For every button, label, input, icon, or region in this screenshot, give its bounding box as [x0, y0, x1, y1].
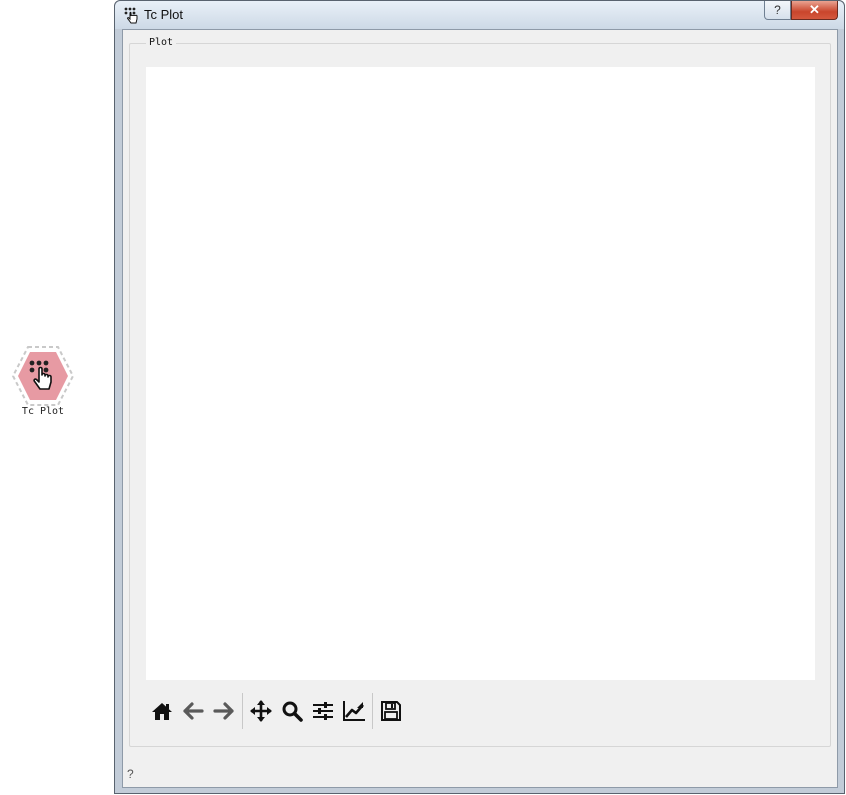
toolbar-separator [242, 693, 243, 729]
tc-plot-window: Tc Plot ? ✕ Plot ? [114, 0, 845, 794]
forward-button[interactable] [208, 691, 239, 731]
help-button[interactable]: ? [764, 1, 791, 20]
status-help-icon[interactable]: ? [127, 767, 134, 781]
plot-canvas[interactable] [146, 67, 815, 680]
floppy-disk-icon [380, 701, 401, 721]
sliders-icon [312, 702, 333, 720]
line-chart-icon [342, 701, 365, 721]
plot-toolbar [146, 691, 446, 731]
widget-label: Tc Plot [21, 406, 65, 417]
toolbar-separator [372, 693, 373, 729]
arrow-right-icon [212, 702, 234, 720]
save-button[interactable] [375, 691, 406, 731]
customize-button[interactable] [338, 691, 369, 731]
home-button[interactable] [146, 691, 177, 731]
title-bar[interactable]: Tc Plot ? ✕ [115, 1, 844, 29]
window-content: Plot ? [122, 29, 838, 788]
hand-pointer-dots-icon [11, 346, 75, 406]
group-title: Plot [146, 37, 177, 48]
arrow-left-icon [182, 702, 204, 720]
move-arrows-icon [249, 700, 272, 722]
pan-button[interactable] [245, 691, 276, 731]
tc-plot-widget[interactable]: Tc Plot [0, 336, 86, 426]
back-button[interactable] [177, 691, 208, 731]
magnifier-icon [282, 701, 303, 722]
subplots-button[interactable] [307, 691, 338, 731]
home-icon [151, 703, 172, 720]
hand-pointer-dots-icon [124, 7, 138, 24]
zoom-button[interactable] [276, 691, 307, 731]
window-title: Tc Plot [144, 7, 184, 22]
plot-groupbox: Plot [129, 37, 831, 747]
close-button[interactable]: ✕ [791, 1, 838, 20]
